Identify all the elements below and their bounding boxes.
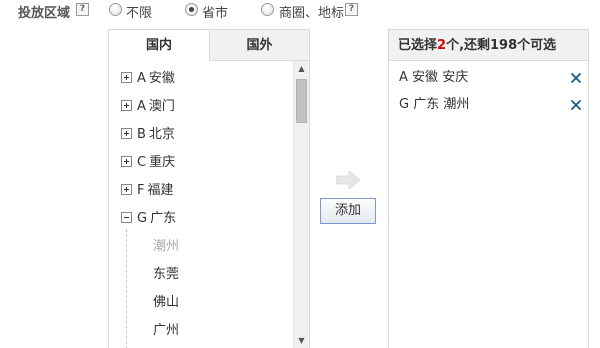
tree-node-province[interactable]: C 重庆	[121, 153, 175, 173]
help-icon[interactable]: ?	[76, 3, 89, 16]
add-button[interactable]: 添加	[320, 198, 376, 224]
scroll-thumb[interactable]	[296, 79, 307, 123]
selected-summary: 已选择2个,还剩198个可选	[389, 30, 588, 61]
selected-item: G 广东 潮州	[399, 97, 470, 112]
radio-province[interactable]	[185, 3, 198, 16]
remove-icon[interactable]	[570, 72, 582, 84]
expand-plus-icon[interactable]	[121, 128, 132, 139]
selected-item: A 安徽 安庆	[399, 70, 469, 85]
scroll-down-icon[interactable]: ▼	[294, 334, 309, 348]
region-tabs: 国内 国外	[109, 30, 309, 61]
tree-scrollbar[interactable]: ▲ ▼	[293, 61, 309, 348]
radio-business[interactable]	[261, 3, 274, 16]
tree-node-province[interactable]: F 福建	[121, 181, 174, 201]
selected-count: 2	[437, 38, 447, 53]
selected-panel: 已选择2个,还剩198个可选 A 安徽 安庆 G 广东 潮州	[388, 29, 589, 348]
tree-node-city[interactable]: 佛山	[153, 293, 179, 313]
radio-unlimited[interactable]	[109, 3, 122, 16]
expand-plus-icon[interactable]	[121, 72, 132, 83]
expand-plus-icon[interactable]	[121, 100, 132, 111]
expand-plus-icon[interactable]	[121, 184, 132, 195]
region-tree: A 安徽 A 澳门 B 北京 C 重庆 F 福建 G 广东 潮州 东莞 佛山 广州	[109, 61, 293, 348]
region-label: 投放区域	[18, 6, 71, 21]
tree-node-province[interactable]: B 北京	[121, 125, 175, 145]
region-bar: 投放区域 ? 不限 省市 商圈、地标 ?	[0, 0, 600, 22]
tree-node-city[interactable]: 潮州	[153, 237, 179, 257]
tree-node-city[interactable]: 广州	[153, 321, 179, 341]
radio-business-label[interactable]: 商圈、地标	[279, 2, 344, 21]
transfer-arrow-icon	[336, 170, 361, 190]
region-tree-panel: 国内 国外 A 安徽 A 澳门 B 北京 C 重庆 F 福建 G 广东 潮州 东莞 佛山 广…	[108, 29, 310, 348]
tab-domestic[interactable]: 国内	[109, 30, 209, 61]
radio-province-label[interactable]: 省市	[202, 2, 228, 21]
expand-plus-icon[interactable]	[121, 156, 132, 167]
collapse-minus-icon[interactable]	[121, 212, 132, 223]
scroll-up-icon[interactable]: ▲	[294, 62, 309, 76]
radio-unlimited-label[interactable]: 不限	[126, 2, 152, 21]
tree-node-province[interactable]: G 广东	[121, 209, 176, 229]
remove-icon[interactable]	[570, 99, 582, 111]
tree-node-province[interactable]: A 澳门	[121, 97, 175, 117]
help-icon[interactable]: ?	[345, 3, 358, 16]
tab-foreign[interactable]: 国外	[209, 30, 309, 61]
tree-node-city[interactable]: 东莞	[153, 265, 179, 285]
tree-node-province[interactable]: A 安徽	[121, 69, 175, 89]
tree-guide-line	[126, 229, 127, 348]
